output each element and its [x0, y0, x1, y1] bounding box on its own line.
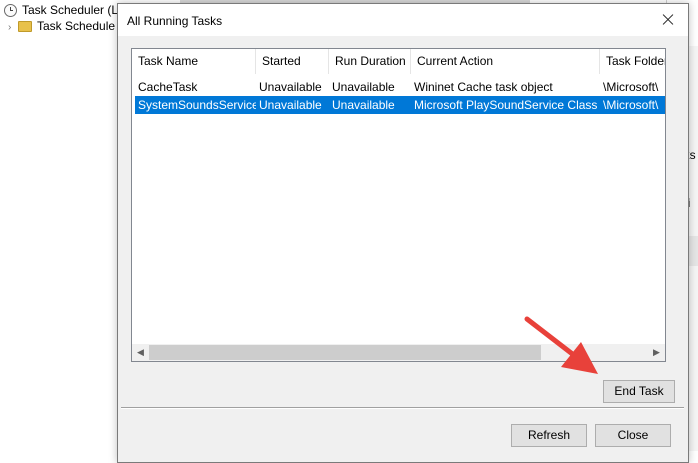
cell-task-folder: \Microsoft\	[603, 98, 659, 112]
cell-run-duration: Unavailable	[332, 80, 395, 94]
column-header-run-duration[interactable]: Run Duration	[329, 49, 411, 74]
dialog-titlebar[interactable]: All Running Tasks	[118, 4, 688, 36]
close-button[interactable]: Close	[595, 424, 671, 447]
cell-current-action: Wininet Cache task object	[414, 80, 553, 94]
dialog-separator	[121, 407, 684, 409]
tree-item-label: Task Schedule	[37, 19, 116, 33]
cell-task-folder: \Microsoft\	[603, 80, 659, 94]
cell-started: Unavailable	[259, 80, 322, 94]
folder-clock-icon	[18, 21, 32, 33]
end-task-button[interactable]: End Task	[603, 380, 675, 403]
cell-task-name: SystemSoundsService	[138, 98, 256, 112]
column-header-task-name[interactable]: Task Name	[132, 49, 256, 74]
column-header-current-action[interactable]: Current Action	[411, 49, 600, 74]
table-row[interactable]: CacheTask Unavailable Unavailable Winine…	[135, 78, 665, 96]
chevron-right-icon[interactable]: ›	[8, 19, 18, 37]
horizontal-scrollbar[interactable]: ◀ ▶	[132, 344, 665, 361]
scroll-right-icon[interactable]: ▶	[648, 344, 665, 361]
column-header-started[interactable]: Started	[256, 49, 329, 74]
clock-icon	[4, 4, 17, 18]
refresh-button[interactable]: Refresh	[511, 424, 587, 447]
scrollbar-thumb[interactable]	[149, 345, 541, 360]
scroll-left-icon[interactable]: ◀	[132, 344, 149, 361]
close-icon[interactable]	[658, 10, 678, 30]
tree-item-label: Task Scheduler (Lo	[22, 3, 125, 17]
column-header-task-folder[interactable]: Task Folder	[600, 49, 665, 74]
dialog-title: All Running Tasks	[127, 14, 223, 28]
running-tasks-list[interactable]: Task Name Started Run Duration Current A…	[131, 48, 666, 362]
tree-item-task-scheduler-library[interactable]: › Task Schedule	[8, 17, 115, 35]
all-running-tasks-dialog: All Running Tasks Task Name Started Run …	[117, 3, 689, 463]
table-row-selected[interactable]: SystemSoundsService Unavailable Unavaila…	[135, 96, 665, 114]
cell-current-action: Microsoft PlaySoundService Class	[414, 98, 598, 112]
cell-started: Unavailable	[259, 98, 322, 112]
cell-task-name: CacheTask	[138, 80, 198, 94]
list-header: Task Name Started Run Duration Current A…	[132, 49, 665, 74]
cell-run-duration: Unavailable	[332, 98, 395, 112]
